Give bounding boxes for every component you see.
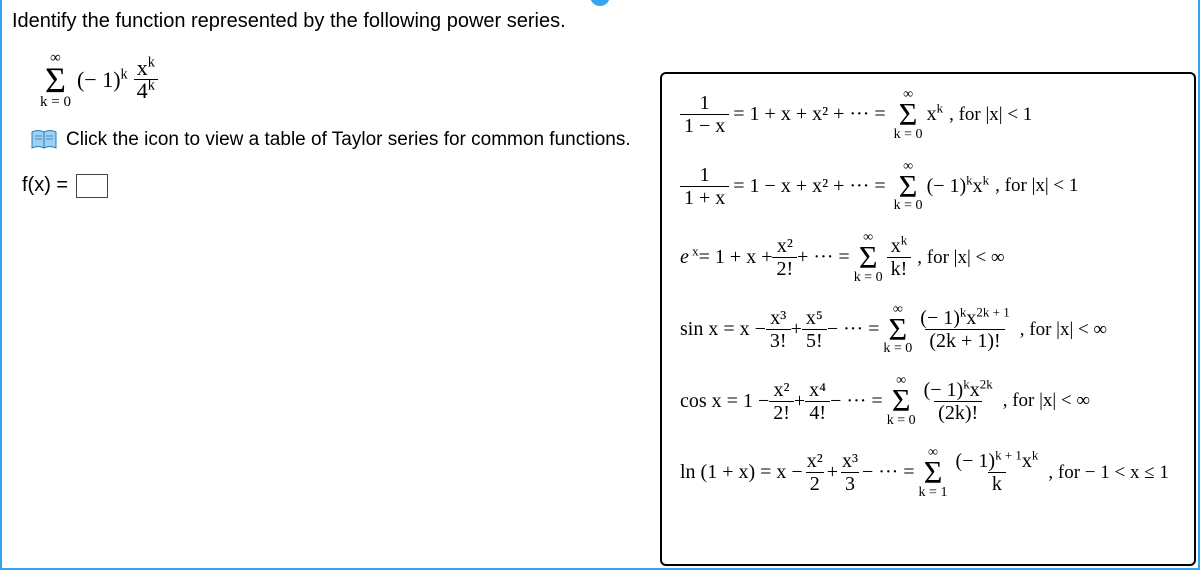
formula-exp: e x = 1 + x + x² 2! + ··· = ∞ Σ k = 0 xk… [680, 231, 1184, 285]
formula-cos: cos x = 1 − x²2! + x⁴4! − ··· = ∞ Σ k = … [680, 374, 1184, 428]
term-coeff: (− 1)k [77, 67, 128, 93]
term-fraction: xk 4k [134, 57, 158, 104]
answer-row: f(x) = [22, 174, 652, 198]
sum-lower: k = 0 [40, 95, 71, 110]
question-body: Identify the function represented by the… [12, 10, 652, 198]
question-prompt: Identify the function represented by the… [12, 10, 652, 33]
given-series: ∞ Σ k = 0 (− 1)k xk 4k [40, 51, 652, 110]
top-tab-indicator [590, 0, 610, 6]
sigma-block: ∞ Σ k = 0 [40, 51, 71, 110]
formula-ln: ln (1 + x) = x − x²2 + x³3 − ··· = ∞ Σ k… [680, 446, 1184, 500]
formula-alt-geometric: 1 1 + x = 1 − x + x² + ··· = ∞ Σ k = 0 (… [680, 160, 1184, 214]
question-container: Identify the function represented by the… [0, 0, 1200, 570]
formula-sin: sin x = x − x³3! + x⁵5! − ··· = ∞ Σ k = … [680, 303, 1184, 357]
taylor-table-link-row: Click the icon to view a table of Taylor… [30, 128, 652, 152]
taylor-table-link[interactable]: Click the icon to view a table of Taylor… [66, 129, 631, 151]
fx-label: f(x) = [22, 174, 68, 197]
lhs-fraction: 1 1 − x [680, 93, 729, 136]
sigma-symbol: Σ [45, 66, 66, 95]
book-icon[interactable] [30, 128, 58, 152]
answer-input[interactable] [76, 174, 108, 198]
formula-geometric: 1 1 − x = 1 + x + x² + ··· = ∞ Σ k = 0 x… [680, 88, 1184, 142]
taylor-series-popup: 1 1 − x = 1 + x + x² + ··· = ∞ Σ k = 0 x… [660, 72, 1196, 566]
sigma: ∞ Σ k = 0 [894, 88, 923, 142]
